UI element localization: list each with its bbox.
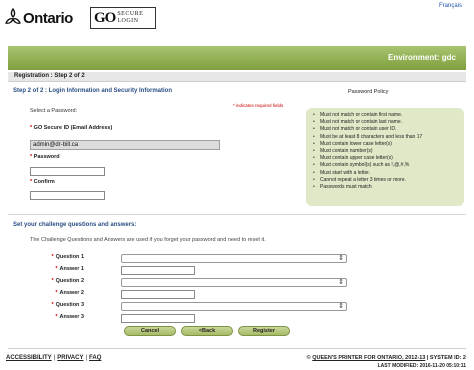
environment-banner: Environment: gdc — [8, 46, 466, 70]
challenge-description: The Challenge Questions and Answers are … — [30, 237, 266, 243]
password-policy-rule: Passwords must match — [312, 184, 458, 191]
password-policy-rule: Must contain number(s) — [312, 148, 458, 155]
footer-links: ACCESSIBILITY | PRIVACY | FAQ — [6, 355, 101, 361]
question-3-select[interactable] — [121, 302, 347, 311]
required-marker: * — [30, 125, 33, 131]
go-secure-id-field[interactable]: admin@dr-bill.ca — [30, 140, 220, 150]
challenge-section-title: Set your challenge questions and answers… — [13, 222, 137, 228]
privacy-link[interactable]: PRIVACY — [57, 355, 83, 361]
queens-printer-link[interactable]: QUEEN'S PRINTER FOR ONTARIO, 2012-13 — [312, 355, 425, 361]
password-policy-rule: Must not match or contain last name. — [312, 119, 458, 126]
trillium-icon — [5, 7, 21, 28]
password-label-text: Password — [33, 154, 60, 160]
back-button[interactable]: <Back — [181, 326, 233, 336]
confirm-password-label: * Confirm — [30, 179, 55, 185]
login-section-title: Step 2 of 2 : Login Information and Secu… — [13, 88, 173, 94]
go-secure-id-label-text: GO Secure ID (Email Address) — [33, 125, 113, 131]
language-toggle-link[interactable]: Français — [439, 3, 462, 9]
cancel-button[interactable]: Cancel — [124, 326, 176, 336]
registration-step-bar: Registration : Step 2 of 2 — [8, 72, 466, 82]
answer-3-field[interactable] — [121, 314, 195, 323]
ontario-logo: Ontario — [5, 5, 80, 31]
required-fields-note: * indicates required fields — [233, 103, 284, 108]
password-policy-rule: Must be at least 8 characters and less t… — [312, 134, 458, 141]
required-marker: * — [51, 302, 54, 308]
required-marker: * — [30, 154, 33, 160]
go-secure-login-logo: GO SECURE LOGIN — [90, 7, 156, 29]
password-label: * Password — [30, 154, 60, 160]
accessibility-link[interactable]: ACCESSIBILITY — [6, 355, 52, 361]
required-marker: * — [55, 314, 58, 320]
password-policy-rule: Must contain lower case letter(s) — [312, 141, 458, 148]
ontario-logo-text: Ontario — [23, 9, 73, 27]
question-1-label: * Question 1 — [30, 254, 84, 260]
confirm-password-label-text: Confirm — [33, 179, 55, 185]
secure-logo-text: SECURE — [117, 11, 144, 17]
footer-separator: | — [85, 355, 88, 361]
login-logo-text: LOGIN — [117, 18, 139, 24]
confirm-password-field[interactable] — [30, 191, 105, 200]
password-policy-rule: Cannot repeat a letter 3 times or more. — [312, 177, 458, 184]
password-policy-list: Must not match or contain first name.Mus… — [312, 112, 458, 191]
answer-3-label-text: Answer 3 — [59, 314, 84, 320]
required-marker: * — [51, 254, 54, 260]
question-3-label: * Question 3 — [30, 302, 84, 308]
password-policy-rule: Must start with a letter. — [312, 170, 458, 177]
password-policy-rule: Must not match or contain first name. — [312, 112, 458, 119]
answer-1-field[interactable] — [121, 266, 195, 275]
required-marker: * — [55, 266, 58, 272]
question-1-label-text: Question 1 — [55, 254, 84, 260]
go-secure-id-label: * GO Secure ID (Email Address) — [30, 125, 112, 131]
answer-3-label: * Answer 3 — [30, 314, 84, 320]
answer-1-label-text: Answer 1 — [59, 266, 84, 272]
password-policy-box: Must not match or contain first name.Mus… — [306, 108, 464, 206]
select-password-label: Select a Password: — [30, 108, 78, 114]
password-field[interactable] — [30, 167, 105, 176]
required-marker: * — [30, 179, 33, 185]
answer-2-label-text: Answer 2 — [59, 290, 84, 296]
answer-2-field[interactable] — [121, 290, 195, 299]
system-id: | SYSTEM ID: 2 — [425, 355, 466, 361]
question-3-label-text: Question 3 — [55, 302, 84, 308]
footer-separator: | — [53, 355, 56, 361]
question-1-select[interactable] — [121, 254, 347, 263]
registration-step-title: Registration : Step 2 of 2 — [14, 73, 85, 79]
question-2-label-text: Question 2 — [55, 278, 84, 284]
register-button[interactable]: Register — [238, 326, 290, 336]
answer-2-label: * Answer 2 — [30, 290, 84, 296]
password-policy-title: Password Policy — [348, 89, 389, 95]
required-marker: * — [51, 278, 54, 284]
faq-link[interactable]: FAQ — [89, 355, 101, 361]
password-policy-rule: Must not match or contain user ID. — [312, 126, 458, 133]
last-modified: LAST MODIFIED: 2016-11-20 05:10:11 — [377, 363, 466, 369]
environment-label: Environment: gdc — [387, 53, 456, 62]
copyright-notice: © QUEEN'S PRINTER FOR ONTARIO, 2012-13 |… — [307, 355, 466, 361]
question-2-select[interactable] — [121, 278, 347, 287]
password-policy-rule: Must contain symbol(s) such as !,@,#,% — [312, 162, 458, 169]
password-policy-rule: Must contain upper case letter(s) — [312, 155, 458, 162]
answer-1-label: * Answer 1 — [30, 266, 84, 272]
footer-divider — [8, 348, 466, 349]
question-2-label: * Question 2 — [30, 278, 84, 284]
required-marker: * — [55, 290, 58, 296]
go-logo-text: GO — [94, 9, 116, 26]
section-divider — [8, 214, 466, 215]
